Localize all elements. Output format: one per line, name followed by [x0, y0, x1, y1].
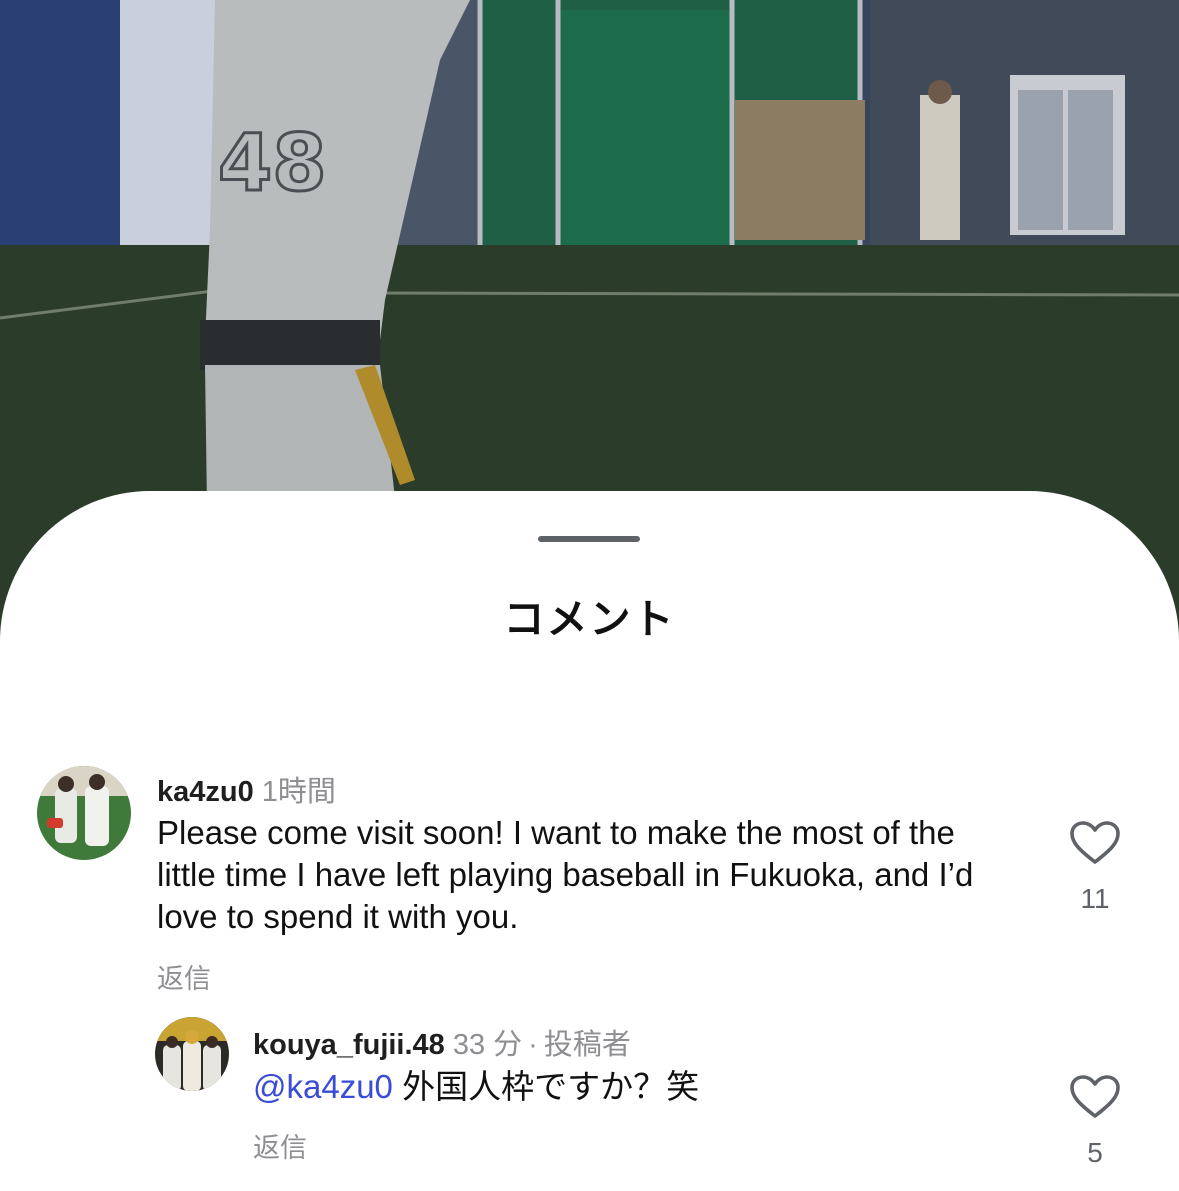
- avatar-photo-icon: [155, 1017, 229, 1091]
- avatar[interactable]: [155, 1017, 229, 1091]
- reply-meta: kouya_fujii.48 33 分 · 投稿者: [253, 1021, 631, 1063]
- reply-username[interactable]: kouya_fujii.48: [253, 1029, 445, 1061]
- author-badge: 投稿者: [543, 1029, 631, 1061]
- heart-icon: [1070, 1075, 1120, 1118]
- mention-link[interactable]: @ka4zu0: [253, 1068, 393, 1105]
- jersey-number: 48: [218, 119, 327, 209]
- reply-item: kouya_fujii.48 33 分 · 投稿者 @ka4zu0 外国人枠ですか？笑…: [0, 491, 1179, 1191]
- like-count: 5: [1087, 1137, 1103, 1168]
- reply-body: 外国人枠ですか？笑: [402, 1068, 700, 1105]
- reply-text: @ka4zu0 外国人枠ですか？笑: [253, 1066, 1013, 1108]
- reply-button[interactable]: 返信: [253, 1126, 307, 1165]
- meta-separator: ·: [528, 1029, 538, 1061]
- comments-sheet: コメント ka4zu0 1時間 Please come visit soon! I…: [0, 491, 1179, 1191]
- like-button[interactable]: 5: [1060, 1075, 1130, 1169]
- reply-timestamp: 33 分: [452, 1029, 523, 1061]
